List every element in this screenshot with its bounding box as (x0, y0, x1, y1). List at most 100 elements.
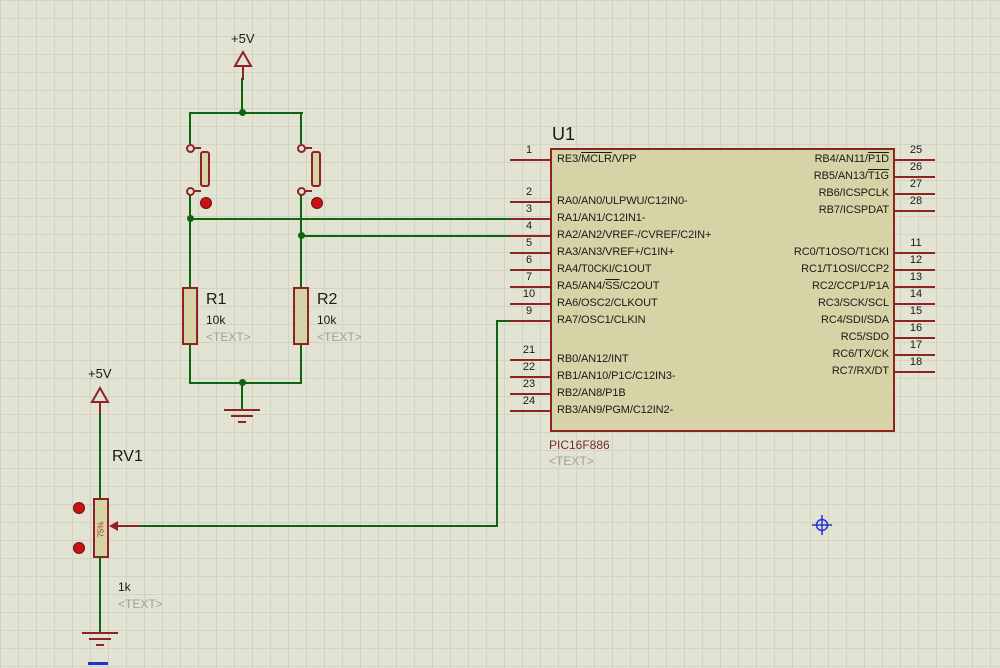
wire[interactable] (189, 345, 191, 383)
wire[interactable] (189, 195, 191, 287)
potentiometer-body[interactable]: 75% (93, 498, 109, 558)
push-button[interactable] (200, 151, 210, 187)
potentiometer-percent: 75% (96, 521, 106, 538)
pin-label: RE3/MCLR/VPP (557, 153, 637, 165)
ground-symbol (89, 638, 111, 640)
component-ref: RV1 (112, 448, 143, 465)
button-terminal[interactable] (186, 144, 195, 153)
pin-stub (895, 371, 935, 373)
button-terminal[interactable] (297, 144, 306, 153)
wire[interactable] (496, 320, 498, 527)
component-text-placeholder: <TEXT> (317, 330, 362, 344)
power-arrow-icon (233, 49, 253, 80)
wire[interactable] (189, 113, 191, 144)
pin-label: RB6/ICSPCLK (818, 187, 890, 199)
pin-number: 4 (525, 220, 533, 232)
chip-ref: U1 (552, 124, 576, 144)
pin-number: 22 (522, 361, 536, 373)
pin-stub (510, 410, 550, 412)
pin-label: RB0/AN12/INT (557, 353, 629, 365)
pin-label: RC7/RX/DT (831, 365, 889, 377)
sheet-border-mark (88, 662, 108, 665)
pin-number: 1 (525, 144, 533, 156)
wire[interactable] (300, 195, 302, 287)
pin-number: 13 (909, 271, 923, 283)
pin-label: RA6/OSC2/CLKOUT (557, 297, 658, 309)
resistor-r1[interactable] (182, 287, 198, 345)
pin-label: RA7/OSC1/CLKIN (557, 314, 646, 326)
ground-symbol (82, 632, 118, 634)
ground-symbol (231, 415, 253, 417)
pin-label: RC1/T1OSI/CCP2 (801, 263, 889, 275)
pin-label: RC6/TX/CK (832, 348, 889, 360)
component-text-placeholder: <TEXT> (118, 597, 163, 611)
pin-label: RC3/SCK/SCL (817, 297, 889, 309)
pin-label: RA4/T0CKI/C1OUT (557, 263, 652, 275)
pin-number: 27 (909, 178, 923, 190)
component-value: 1k (118, 580, 131, 594)
component-value: 10k (206, 313, 226, 327)
button-link (306, 190, 312, 192)
wire[interactable] (140, 525, 498, 527)
pin-label: RC5/SDO (840, 331, 889, 343)
component-ref: R1 (206, 291, 227, 308)
wire[interactable] (300, 345, 302, 383)
junction-dot (298, 232, 305, 239)
button-actuator-dot[interactable] (311, 197, 323, 209)
pin-stub (510, 320, 550, 322)
pin-number: 24 (522, 395, 536, 407)
junction-dot (239, 109, 246, 116)
wire[interactable] (189, 218, 512, 220)
component-ref: R2 (317, 291, 338, 308)
pin-label: RB7/ICSPDAT (818, 204, 889, 216)
pin-number: 25 (909, 144, 923, 156)
push-button[interactable] (311, 151, 321, 187)
pin-label: RB4/AN11/P1D (814, 153, 890, 165)
pin-number: 2 (525, 186, 533, 198)
pin-number: 17 (909, 339, 923, 351)
pin-label: RA3/AN3/VREF+/C1IN+ (557, 246, 675, 258)
pin-number: 26 (909, 161, 923, 173)
origin-crosshair-icon (812, 515, 832, 535)
pin-label: RA0/AN0/ULPWU/C12IN0- (557, 195, 688, 207)
pin-label: RC4/SDI/SDA (821, 314, 889, 326)
wire[interactable] (99, 414, 101, 498)
pin-number: 28 (909, 195, 923, 207)
pin-label: RB1/AN10/P1C/C12IN3- (557, 370, 676, 382)
wire[interactable] (241, 383, 243, 409)
component-text-placeholder: <TEXT> (206, 330, 251, 344)
pin-stub (895, 210, 935, 212)
wire[interactable] (300, 113, 302, 144)
button-link (195, 147, 201, 149)
pin-number: 15 (909, 305, 923, 317)
pin-label: RA1/AN1/C12IN1- (557, 212, 646, 224)
wire[interactable] (300, 235, 512, 237)
junction-dot (187, 215, 194, 222)
pin-number: 12 (909, 254, 923, 266)
wire[interactable] (99, 556, 101, 632)
pin-label: RA2/AN2/VREF-/CVREF/C2IN+ (557, 229, 712, 241)
chip-part-number: PIC16F886 (549, 438, 610, 452)
button-actuator-dot[interactable] (200, 197, 212, 209)
ground-symbol (96, 644, 104, 646)
ground-symbol (224, 409, 260, 411)
pin-number: 6 (525, 254, 533, 266)
power-label-bottom: +5V (88, 366, 112, 381)
pot-increase-dot[interactable] (73, 502, 85, 514)
chip-text-placeholder: <TEXT> (549, 454, 594, 468)
resistor-r2[interactable] (293, 287, 309, 345)
schematic-canvas[interactable]: +5V R1 10k <TEXT> R2 10k <TEXT> +5V RV1 … (0, 0, 1000, 668)
pin-label: RB5/AN13/T1G (813, 170, 889, 182)
power-label-top: +5V (231, 31, 255, 46)
pin-number: 10 (522, 288, 536, 300)
pin-number: 16 (909, 322, 923, 334)
ground-symbol (238, 421, 246, 423)
pot-decrease-dot[interactable] (73, 542, 85, 554)
button-link (306, 147, 312, 149)
pin-label: RB2/AN8/P1B (557, 387, 626, 399)
pin-label: RC0/T1OSO/T1CKI (793, 246, 889, 258)
pin-number: 11 (910, 237, 922, 249)
component-value: 10k (317, 313, 337, 327)
wire[interactable] (189, 112, 303, 114)
pin-number: 3 (525, 203, 533, 215)
